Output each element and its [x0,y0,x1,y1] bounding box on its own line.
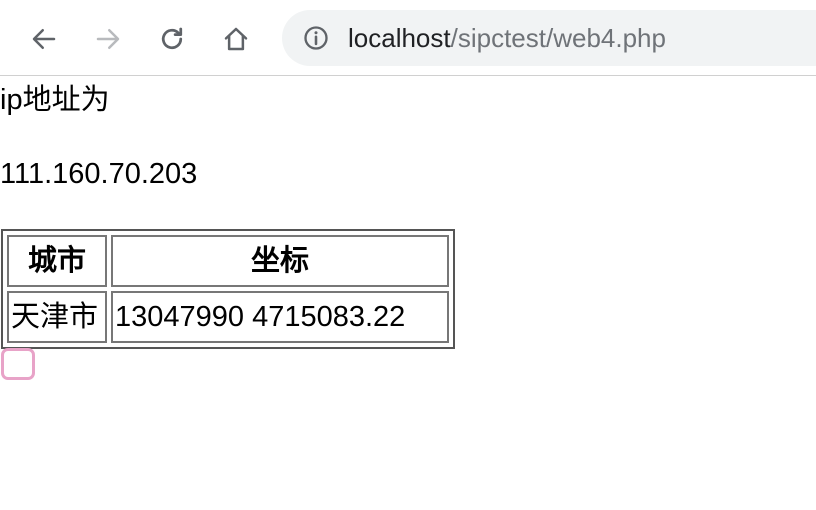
header-city: 城市 [7,235,107,287]
url-text: localhost/sipctest/web4.php [348,22,666,54]
table-header-row: 城市 坐标 [7,235,449,287]
header-coordinates: 坐标 [111,235,449,287]
arrow-left-icon [32,29,56,49]
table-row: 天津市 13047990 4715083.22 [7,291,449,343]
reload-button[interactable] [152,19,192,59]
forward-button[interactable] [88,19,128,59]
cell-coordinates: 13047990 4715083.22 [111,291,449,343]
browser-toolbar: localhost/sipctest/web4.php [0,0,816,76]
reload-icon [161,27,183,50]
back-button[interactable] [24,19,64,59]
url-host: localhost [348,23,451,53]
arrow-right-icon [96,29,120,49]
home-button[interactable] [216,19,256,59]
address-bar[interactable]: localhost/sipctest/web4.php [282,10,816,66]
cell-city: 天津市 [7,291,107,343]
url-path: /sipctest/web4.php [450,23,666,53]
home-icon [224,27,248,51]
checkbox[interactable] [1,348,35,380]
ip-label: ip地址为 [0,84,110,116]
location-table: 城市 坐标 天津市 13047990 4715083.22 [1,229,455,349]
ip-address: 111.160.70.203 [0,158,198,190]
info-circle-icon[interactable] [302,24,330,52]
